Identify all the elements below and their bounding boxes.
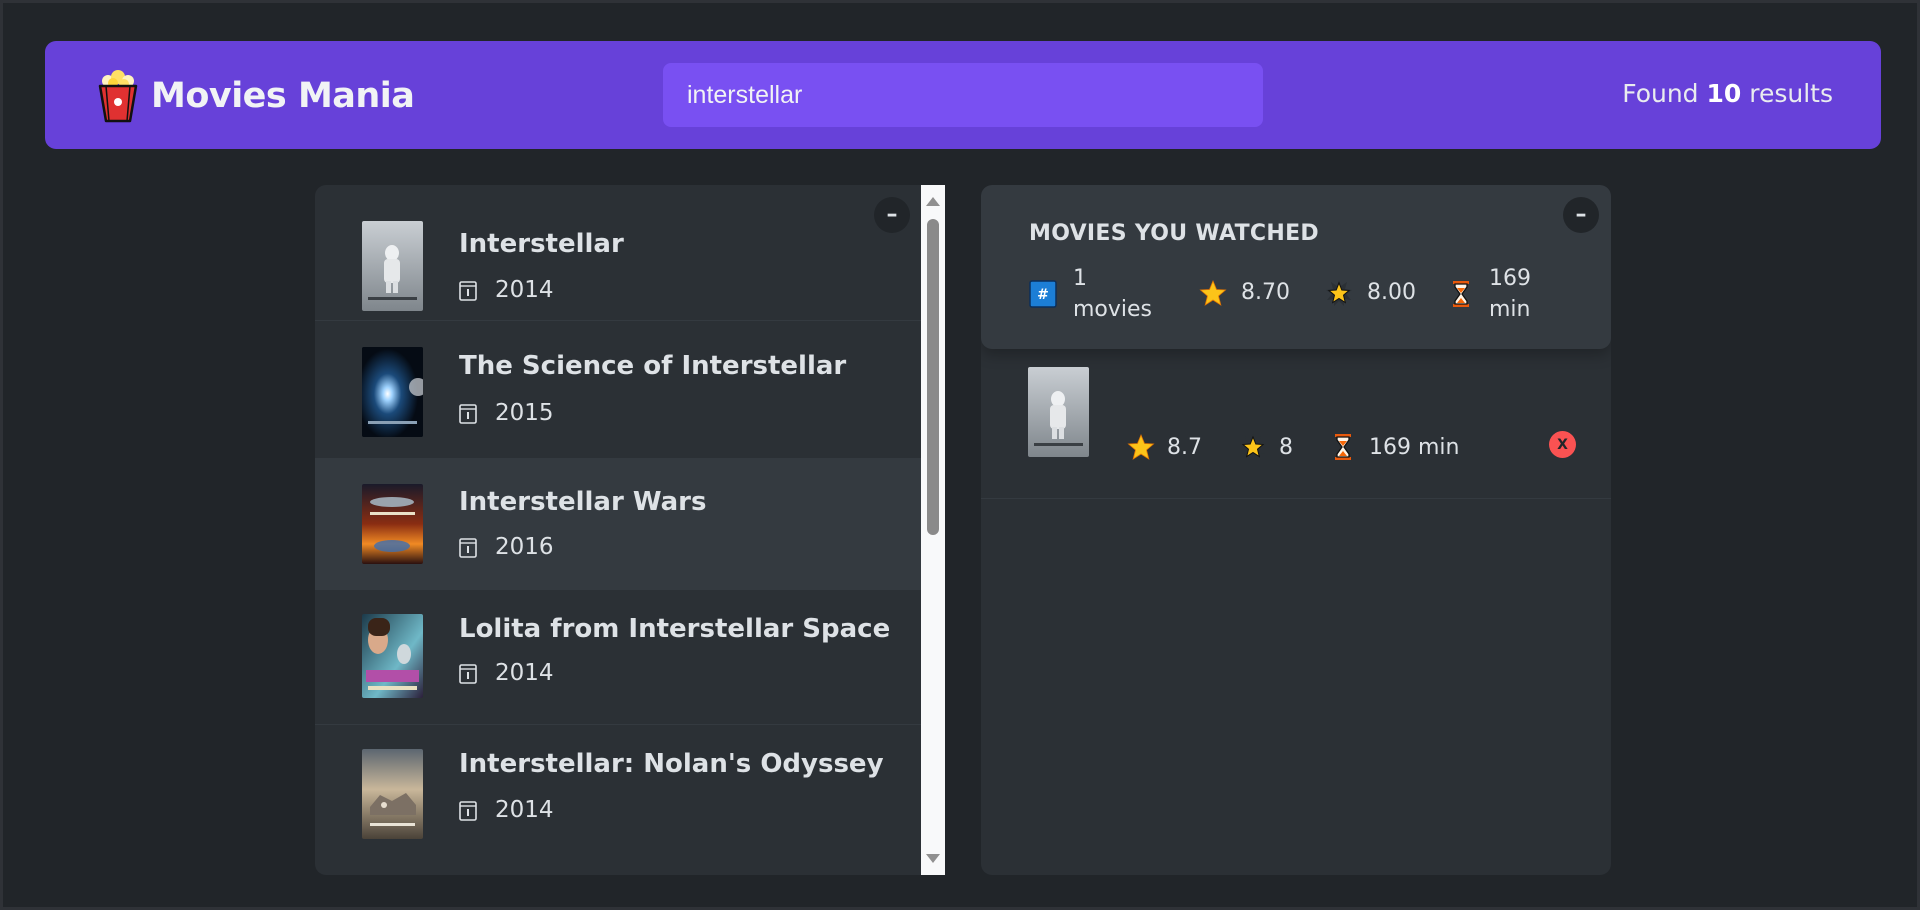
calendar-icon [459, 801, 477, 821]
glowing-star-icon [1326, 279, 1352, 306]
app-title: Movies Mania [151, 76, 415, 116]
scrollbar-thumb[interactable] [927, 219, 939, 535]
watched-imdb-value: 8.7 [1167, 434, 1202, 460]
year-text: 2015 [495, 400, 554, 426]
results-suffix: results [1741, 79, 1833, 108]
nav-bar: Movies Mania Found 10 results [45, 41, 1881, 149]
watched-user-rating: 8 [1239, 433, 1293, 461]
calendar-icon [459, 538, 477, 558]
collapse-results-button[interactable]: – [874, 197, 910, 233]
avg-imdb-rating: 8.70 [1199, 277, 1290, 308]
total-runtime-number: 169 [1489, 266, 1531, 291]
star-icon [1127, 433, 1155, 460]
watched-list-item[interactable]: 8.7 8 169 min X [981, 367, 1611, 499]
movie-title: The Science of Interstellar [459, 351, 847, 381]
search-input[interactable] [663, 63, 1263, 127]
watched-box: MOVIES YOU WATCHED # 1 movies 8.70 8.00 … [981, 185, 1611, 875]
list-item[interactable]: Interstellar Wars 2016 [315, 459, 921, 590]
avg-user-rating: 8.00 [1325, 277, 1416, 308]
movie-poster [362, 221, 423, 311]
app-window: Movies Mania Found 10 results – [0, 0, 1920, 910]
movie-year: 2016 [459, 534, 554, 560]
calendar-icon [459, 664, 477, 684]
results-number: 10 [1706, 79, 1742, 108]
movie-title: Interstellar Wars [459, 487, 707, 517]
hourglass-icon [1335, 434, 1351, 460]
scroll-up-arrow-icon[interactable] [926, 197, 940, 206]
year-text: 2016 [495, 534, 554, 560]
results-scrollbar[interactable] [921, 185, 945, 875]
movie-list: Interstellar 2014 The Science of Interst… [315, 185, 921, 875]
watched-count-unit: movies [1073, 297, 1153, 322]
movie-poster [362, 614, 423, 698]
scroll-down-arrow-icon[interactable] [926, 854, 940, 863]
hourglass-icon [1453, 281, 1469, 307]
results-prefix: Found [1622, 79, 1707, 108]
avg-user-value: 8.00 [1367, 280, 1416, 305]
movie-year: 2015 [459, 400, 554, 426]
list-item[interactable]: The Science of Interstellar 2015 [315, 321, 921, 459]
movie-year: 2014 [459, 660, 554, 686]
movie-year: 2014 [459, 797, 554, 823]
glowing-star-icon [1240, 434, 1266, 460]
movie-title: Interstellar: Nolan's Odyssey [459, 749, 884, 779]
watched-imdb-rating: 8.7 [1127, 433, 1202, 461]
movie-poster [362, 347, 423, 437]
year-text: 2014 [495, 797, 554, 823]
calendar-icon [459, 281, 477, 301]
star-icon [1199, 279, 1227, 306]
total-runtime: 169 min [1447, 263, 1531, 325]
movie-poster [362, 749, 423, 839]
watched-summary: MOVIES YOU WATCHED # 1 movies 8.70 8.00 … [981, 185, 1611, 349]
delete-watched-button[interactable]: X [1549, 431, 1576, 458]
movie-title: Lolita from Interstellar Space [459, 614, 891, 644]
movie-poster [362, 484, 423, 564]
svg-text:#: # [1037, 287, 1049, 303]
avg-imdb-value: 8.70 [1241, 280, 1290, 305]
calendar-icon [459, 404, 477, 424]
movie-title: Interstellar [459, 229, 624, 259]
results-count: Found 10 results [1622, 79, 1833, 108]
list-item[interactable]: Interstellar: Nolan's Odyssey 2014 [315, 725, 921, 875]
watched-runtime-value: 169 min [1369, 434, 1460, 460]
list-item[interactable]: Lolita from Interstellar Space 2014 [315, 590, 921, 725]
watched-count-number: 1 [1073, 266, 1087, 291]
year-text: 2014 [495, 660, 554, 686]
popcorn-icon [98, 70, 138, 123]
hash-icon: # [1029, 280, 1057, 308]
watched-runtime: 169 min [1329, 433, 1459, 461]
summary-title: MOVIES YOU WATCHED [1029, 221, 1319, 246]
year-text: 2014 [495, 277, 554, 303]
watched-movie-poster [1028, 367, 1089, 457]
list-item[interactable]: Interstellar 2014 [315, 185, 921, 321]
watched-count: # 1 movies [1029, 263, 1152, 325]
collapse-watched-button[interactable]: – [1563, 197, 1599, 233]
logo: Movies Mania [97, 69, 415, 123]
total-runtime-unit: min [1489, 297, 1531, 322]
search-results-box: – Interstellar 2014 The Science of Inter… [315, 185, 945, 875]
watched-user-value: 8 [1279, 434, 1293, 460]
movie-year: 2014 [459, 277, 554, 303]
